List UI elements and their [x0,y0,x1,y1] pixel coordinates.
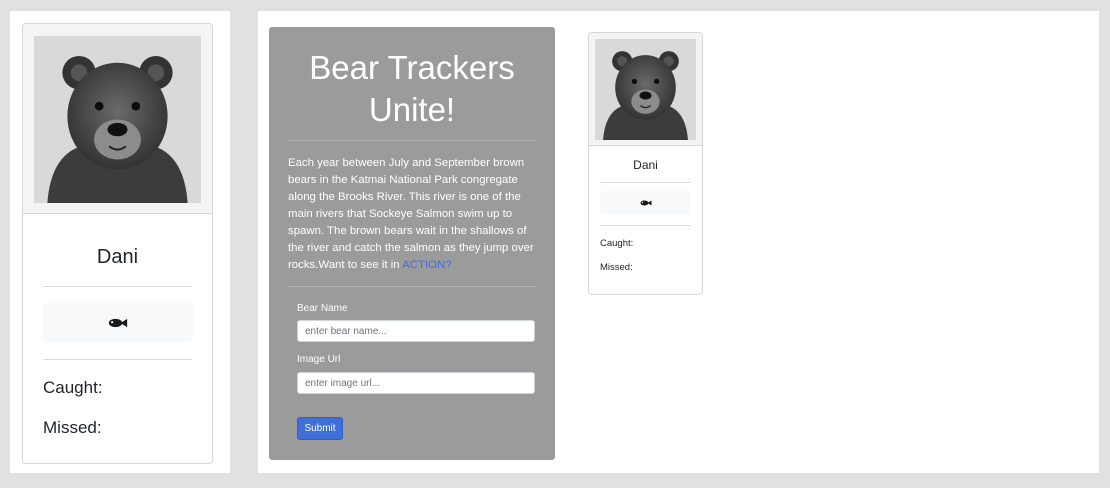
caught-label: Caught: [600,238,634,249]
main-panel: Bear Trackers Unite! Each year between J… [258,11,1099,473]
page-title: Bear Trackers Unite! [309,49,515,128]
bear-name-label: Bear Name [297,303,348,314]
bear-photo [34,36,201,203]
description-text: Each year between July and September bro… [288,155,538,274]
divider [600,182,691,183]
bear-card-large: Dani Caught: Missed: [22,23,213,464]
divider [600,225,691,226]
bear-name-input[interactable] [297,320,535,342]
missed-label: Missed: [43,418,102,437]
divider [288,286,536,287]
missed-label: Missed: [600,262,633,273]
bear-name: Dani [96,246,139,268]
bear-form-card: Bear Trackers Unite! Each year between J… [269,27,555,460]
action-link[interactable]: ACTION? [402,259,451,271]
left-panel: Dani Caught: Missed: [10,11,230,473]
fish-icon [108,318,128,328]
image-url-label: Image Url [297,354,341,365]
divider [43,286,192,287]
divider [288,140,536,141]
bear-photo [595,39,696,140]
catch-fish-button[interactable] [600,191,691,215]
fish-icon [640,200,652,206]
catch-fish-button[interactable] [43,303,193,343]
bear-photo-frame [23,24,212,214]
submit-button[interactable]: Submit [297,417,343,440]
bear-name: Dani [633,158,658,172]
divider [43,359,192,360]
bear-card: Dani Caught: Missed: [588,32,703,295]
caught-label: Caught: [43,378,103,397]
description-body: Each year between July and September bro… [288,157,534,271]
image-url-input[interactable] [297,372,535,394]
bear-photo-frame [589,33,702,146]
